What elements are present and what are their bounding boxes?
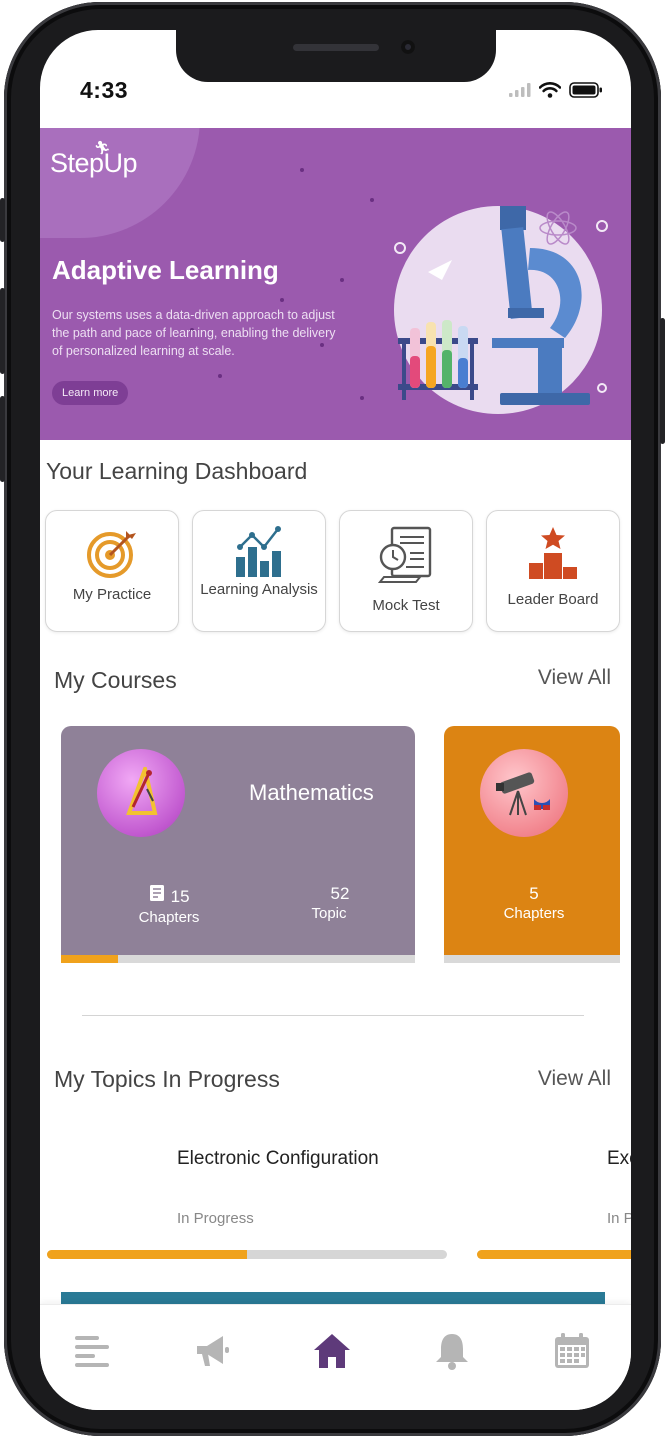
topic-name: Electronic Configuration (177, 1148, 379, 1169)
course-card-physics[interactable]: 5 Chapters (444, 726, 620, 963)
topic-status: In P (607, 1210, 631, 1227)
course-chapters-stat: 5 Chapters (484, 884, 584, 924)
status-time: 4:33 (80, 77, 129, 103)
course-topic-stat: 52 Topic (299, 884, 359, 924)
dashboard-card-learning-analysis[interactable]: Learning Analysis (192, 510, 326, 632)
dashboard-card-my-practice[interactable]: My Practice (45, 510, 179, 632)
topic-progress-fill (477, 1250, 631, 1259)
stepup-logo: 🏃︎ StepUp (50, 140, 138, 178)
front-camera (401, 40, 415, 54)
course-chapters-stat: 15 Chapters (119, 884, 219, 928)
course-avatar (97, 749, 185, 837)
banner-text: Our systems uses a data-driven approach … (52, 308, 336, 358)
course-name: Mathematics (249, 780, 374, 805)
speaker (293, 44, 379, 51)
dashboard-card-label: Learning Analysis (200, 581, 318, 598)
topic-progress-bar (47, 1250, 447, 1259)
wifi-icon (538, 82, 562, 103)
learn-more-button[interactable]: Learn more (52, 381, 129, 405)
podium-star-icon (525, 525, 581, 581)
chapters-count: 15 (170, 887, 190, 906)
topic-progress-fill (47, 1250, 247, 1259)
home-icon (312, 1331, 352, 1376)
volume-down-button (0, 396, 5, 482)
bell-icon (433, 1331, 471, 1376)
dashboard-card-mock-test[interactable]: Mock Test (339, 510, 473, 632)
topic-label: Topic (311, 905, 347, 922)
chapters-count: 5 (529, 884, 539, 903)
phone-frame: 4:33 🏃︎ StepUp Adaptive Learning Our sys… (0, 2, 665, 1436)
hero-banner[interactable]: 🏃︎ StepUp Adaptive Learning Our systems … (40, 128, 631, 440)
menu-icon (73, 1332, 111, 1375)
nav-calendar[interactable] (550, 1331, 594, 1375)
microscope-illustration (394, 206, 608, 414)
chapters-label: Chapters (503, 905, 565, 922)
course-progress-bar (61, 955, 415, 963)
courses-title: My Courses (54, 667, 177, 693)
course-avatar (480, 749, 568, 837)
nav-notifications[interactable] (430, 1331, 474, 1375)
status-icons (509, 82, 603, 103)
banner-decoration (40, 128, 200, 238)
banner-title: Adaptive Learning (52, 255, 279, 285)
dashboard-card-label: My Practice (72, 586, 152, 603)
nav-announcements[interactable] (190, 1331, 234, 1375)
topics-view-all-link[interactable]: View All (538, 1067, 611, 1091)
signal-icon (509, 83, 531, 102)
section-divider (82, 1015, 584, 1016)
calendar-icon (553, 1332, 591, 1375)
courses-view-all-link[interactable]: View All (538, 666, 611, 690)
course-progress-fill (61, 955, 118, 963)
dashboard-title: Your Learning Dashboard (46, 458, 308, 484)
bottom-nav (40, 1304, 631, 1410)
topic-name: Exc (607, 1148, 631, 1169)
topic-status: In Progress (177, 1210, 254, 1227)
nav-menu[interactable] (70, 1331, 114, 1375)
mute-switch (0, 198, 5, 242)
power-button (660, 318, 665, 444)
volume-up-button (0, 288, 5, 374)
course-card-mathematics[interactable]: Mathematics 15 Chapters 52 Topic (61, 726, 415, 963)
screen: 4:33 🏃︎ StepUp Adaptive Learning Our sys… (40, 30, 631, 1410)
dashboard-card-label: Leader Board (507, 591, 599, 608)
target-icon (84, 525, 140, 581)
bar-chart-icon (231, 525, 287, 581)
battery-icon (569, 82, 603, 103)
topic-count: 52 (330, 884, 350, 903)
chapters-label: Chapters (138, 909, 200, 926)
geometry-tools-icon (125, 761, 159, 824)
topic-progress-bar (477, 1250, 631, 1259)
clock-document-icon (376, 525, 436, 583)
notch (176, 30, 496, 82)
course-progress-bar (444, 955, 620, 963)
dashboard-card-leader-board[interactable]: Leader Board (486, 510, 620, 632)
book-icon (148, 885, 166, 906)
nav-home[interactable] (310, 1331, 354, 1375)
topics-title: My Topics In Progress (54, 1066, 280, 1092)
dashboard-card-label: Mock Test (372, 597, 440, 614)
megaphone-icon (193, 1332, 231, 1375)
telescope-magnet-icon (494, 769, 556, 824)
